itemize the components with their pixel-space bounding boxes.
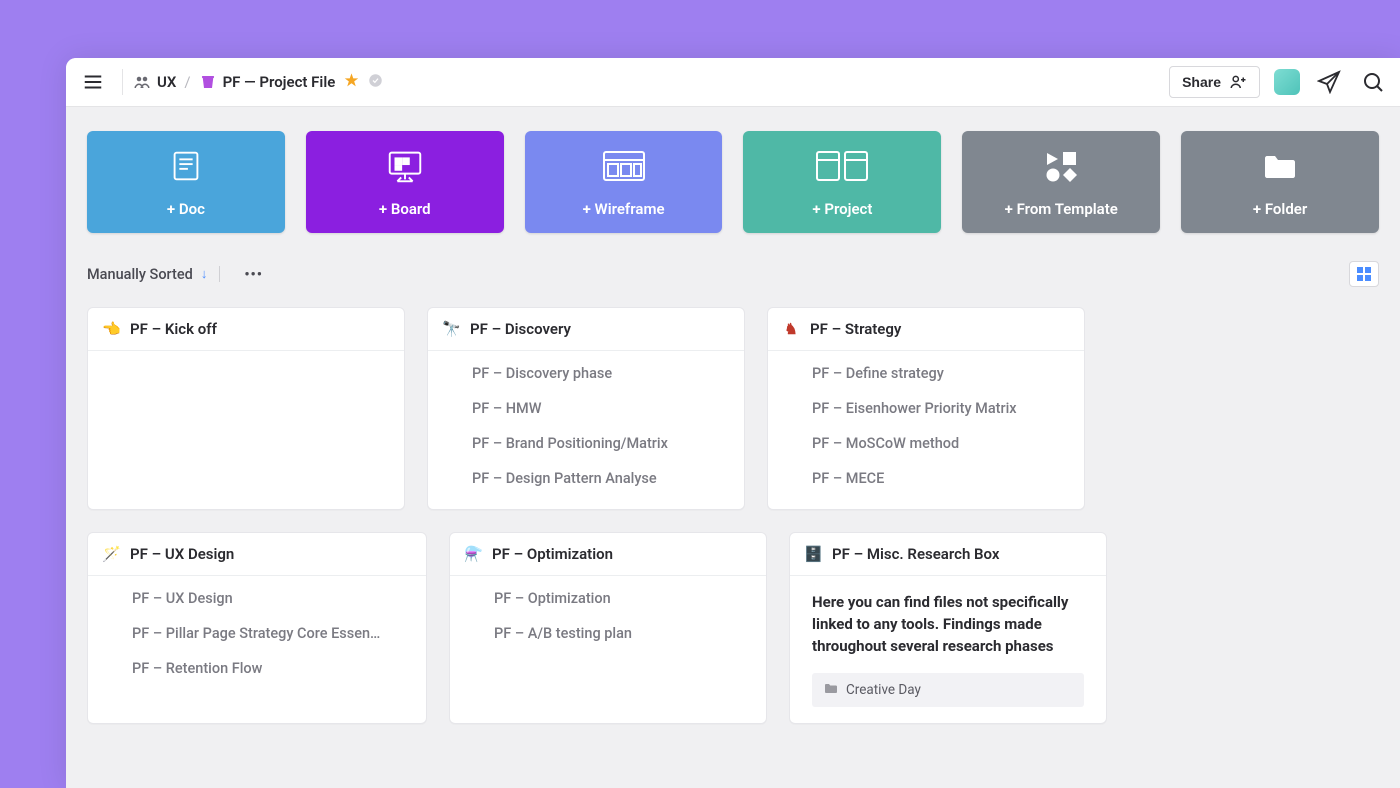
template-shapes-icon [1041,146,1081,186]
card-title: PF – Kick off [130,320,217,338]
list-item[interactable]: PF – Discovery phase [472,365,728,382]
more-options-button[interactable]: ••• [244,266,263,283]
list-item[interactable]: PF – Pillar Page Strategy Core Essen… [132,625,410,642]
chip-label: Creative Day [846,682,921,698]
controls-row: Manually Sorted ↓ ••• [66,257,1400,301]
paper-plane-icon [1317,70,1341,94]
card-title: PF – UX Design [130,545,234,563]
card-body [88,351,404,509]
star-icon[interactable] [343,72,360,93]
tile-label: + Doc [167,200,205,218]
sort-direction-icon: ↓ [201,266,208,282]
tile-label: + From Template [1005,200,1118,218]
team-icon [133,73,151,91]
list-item[interactable]: PF – Design Pattern Analyse [472,470,728,487]
wireframe-icon [600,146,648,186]
app-window: UX / PF — Project File Share [66,58,1400,788]
create-folder-tile[interactable]: + Folder [1181,131,1379,233]
list-item[interactable]: PF – A/B testing plan [494,625,750,642]
list-item[interactable]: PF – Define strategy [812,365,1068,382]
card-header: 🔭 PF – Discovery [428,308,744,351]
bucket-icon [199,73,217,91]
share-people-icon [1229,73,1247,91]
divider [122,69,123,95]
doc-icon [167,146,205,186]
project-icon [813,146,871,186]
card-title: PF – Discovery [470,320,571,338]
card-header: 🗄️ PF – Misc. Research Box [790,533,1106,576]
list-item[interactable]: PF – UX Design [132,590,410,607]
card-strategy[interactable]: ♞ PF – Strategy PF – Define strategy PF … [767,307,1085,510]
top-bar: UX / PF — Project File Share [66,58,1400,107]
card-emoji-icon: ⚗️ [464,545,482,563]
breadcrumb-project[interactable]: PF — Project File [199,73,336,91]
card-body: PF – Optimization PF – A/B testing plan [450,576,766,660]
folder-icon [1262,146,1298,186]
card-header: 🪄 PF – UX Design [88,533,426,576]
search-button[interactable] [1358,67,1388,97]
tile-label: + Board [379,200,431,218]
create-template-tile[interactable]: + From Template [962,131,1160,233]
list-item[interactable]: PF – Retention Flow [132,660,410,677]
search-icon [1361,70,1385,94]
folder-small-icon [824,682,838,698]
hamburger-icon [82,71,104,93]
card-title: PF – Strategy [810,320,901,338]
card-title: PF – Optimization [492,545,613,563]
cards-grid: 👈 PF – Kick off 🔭 PF – Discovery PF – Di… [66,301,1400,724]
card-body: PF – Define strategy PF – Eisenhower Pri… [768,351,1084,505]
share-label: Share [1182,74,1221,90]
top-bar-actions: Share [1169,66,1388,98]
folder-chip[interactable]: Creative Day [812,673,1084,707]
breadcrumb-separator: / [184,73,190,91]
list-item[interactable]: PF – MoSCoW method [812,435,1068,452]
card-description: Here you can find files not specifically… [790,576,1106,663]
create-project-tile[interactable]: + Project [743,131,941,233]
card-header: 👈 PF – Kick off [88,308,404,351]
card-kickoff[interactable]: 👈 PF – Kick off [87,307,405,510]
breadcrumb: UX / PF — Project File [133,72,383,93]
sort-control[interactable]: Manually Sorted ↓ [87,266,207,283]
share-button[interactable]: Share [1169,66,1260,98]
card-discovery[interactable]: 🔭 PF – Discovery PF – Discovery phase PF… [427,307,745,510]
breadcrumb-project-label: PF — Project File [223,73,336,91]
card-title: PF – Misc. Research Box [832,545,999,563]
list-item[interactable]: PF – Optimization [494,590,750,607]
card-header: ♞ PF – Strategy [768,308,1084,351]
divider [219,266,220,282]
grid-icon [1356,266,1372,282]
card-emoji-icon: 🪄 [102,545,120,563]
create-row: + Doc + Board + Wireframe + Project + Fr… [66,107,1400,257]
breadcrumb-team-label: UX [157,73,176,91]
card-optimization[interactable]: ⚗️ PF – Optimization PF – Optimization P… [449,532,767,724]
verified-icon [368,73,383,92]
card-emoji-icon: 🗄️ [804,545,822,563]
card-ux-design[interactable]: 🪄 PF – UX Design PF – UX Design PF – Pil… [87,532,427,724]
list-item[interactable]: PF – Eisenhower Priority Matrix [812,400,1068,417]
card-body: PF – Discovery phase PF – HMW PF – Brand… [428,351,744,505]
breadcrumb-team[interactable]: UX [133,73,176,91]
tile-label: + Project [812,200,872,218]
app-logo-icon[interactable] [1274,69,1300,95]
card-emoji-icon: 👈 [102,320,120,338]
list-item[interactable]: PF – MECE [812,470,1068,487]
create-board-tile[interactable]: + Board [306,131,504,233]
create-doc-tile[interactable]: + Doc [87,131,285,233]
board-icon [384,146,426,186]
tile-label: + Wireframe [583,200,665,218]
create-wireframe-tile[interactable]: + Wireframe [525,131,723,233]
menu-button[interactable] [74,63,112,101]
list-item[interactable]: PF – HMW [472,400,728,417]
send-button[interactable] [1314,67,1344,97]
sort-label: Manually Sorted [87,266,193,283]
card-emoji-icon: 🔭 [442,320,460,338]
card-emoji-icon: ♞ [782,320,800,338]
card-header: ⚗️ PF – Optimization [450,533,766,576]
grid-view-toggle[interactable] [1349,261,1379,287]
card-misc-research[interactable]: 🗄️ PF – Misc. Research Box Here you can … [789,532,1107,724]
list-item[interactable]: PF – Brand Positioning/Matrix [472,435,728,452]
tile-label: + Folder [1253,200,1307,218]
card-body: PF – UX Design PF – Pillar Page Strategy… [88,576,426,695]
